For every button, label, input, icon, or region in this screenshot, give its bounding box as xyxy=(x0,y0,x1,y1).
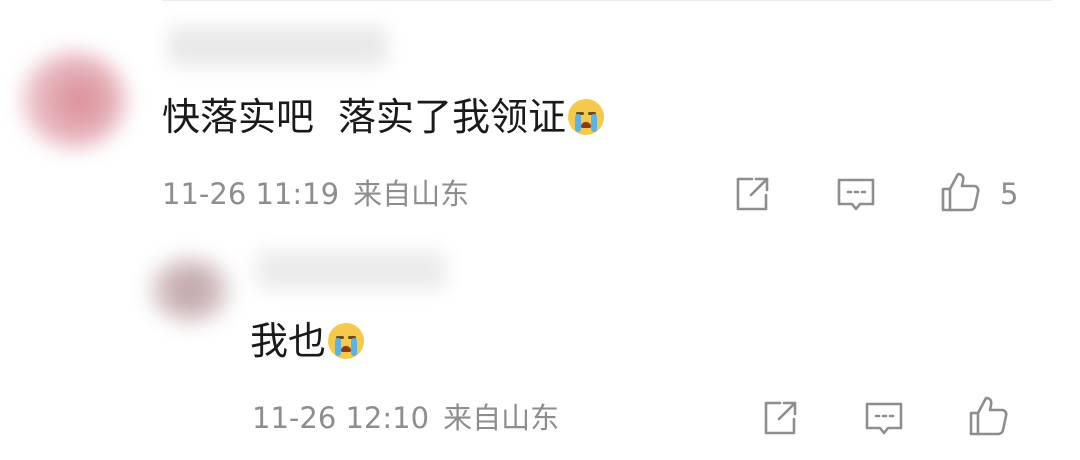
like-icon[interactable] xyxy=(966,394,1010,438)
comment-meta: 11-26 12:10 来自山东 xyxy=(252,401,559,435)
comment-text-part: 快落实吧 xyxy=(162,95,315,139)
comment-location: 来自山东 xyxy=(353,177,470,211)
like-icon[interactable] xyxy=(938,170,982,214)
comment-reply-icon[interactable] xyxy=(834,172,878,216)
comment-date: 11-26 12:10 xyxy=(252,401,430,435)
top-divider xyxy=(162,0,1052,1)
share-icon[interactable] xyxy=(730,172,774,216)
comment-text-part: 我也 xyxy=(250,319,327,363)
like-count: 5 xyxy=(1000,177,1019,211)
avatar[interactable] xyxy=(22,52,126,148)
crying-face-emoji-icon xyxy=(328,323,365,359)
crying-face-emoji-icon xyxy=(568,99,605,135)
comment-text: 快落实吧 落实了我领证 xyxy=(162,94,605,140)
comment-text: 我也 xyxy=(250,318,365,364)
comment-text-part: 落实了我领证 xyxy=(338,95,567,139)
comment-reply-icon[interactable] xyxy=(862,396,906,440)
comment-meta: 11-26 11:19 来自山东 xyxy=(162,177,469,211)
share-icon[interactable] xyxy=(758,396,802,440)
avatar[interactable] xyxy=(150,258,230,322)
username-blurred[interactable] xyxy=(256,250,446,290)
comment-location: 来自山东 xyxy=(443,401,560,435)
username-blurred[interactable] xyxy=(168,26,388,66)
comment-date: 11-26 11:19 xyxy=(162,177,340,211)
